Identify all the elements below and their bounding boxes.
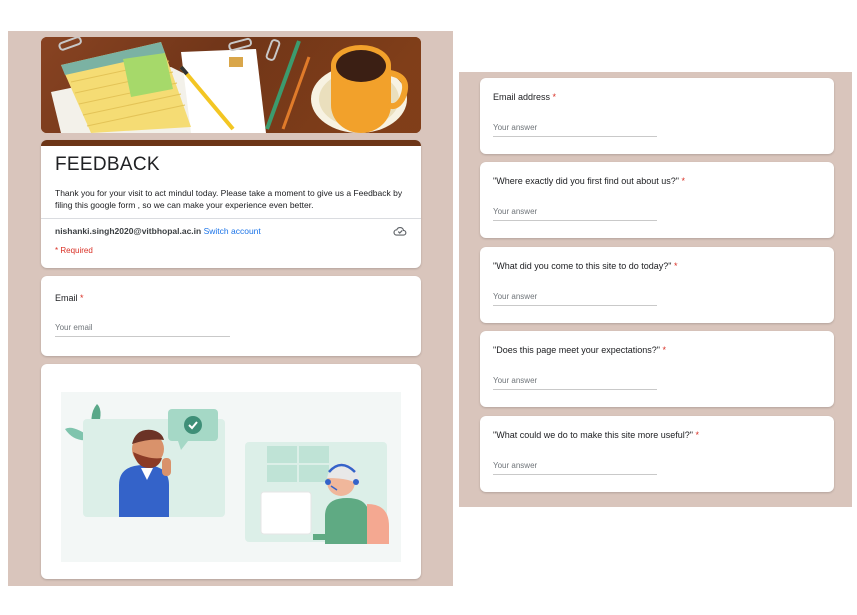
question-label: "Where exactly did you first find out ab… bbox=[493, 176, 685, 186]
answer-input[interactable]: Your answer bbox=[493, 461, 657, 475]
form-header-card: FEEDBACK Thank you for your visit to act… bbox=[41, 140, 421, 268]
question-label-text: "Does this page meet your expectations?" bbox=[493, 345, 660, 355]
question-card-purpose: "What did you come to this site to do to… bbox=[480, 247, 834, 323]
question-card-find-out: "Where exactly did you first find out ab… bbox=[480, 162, 834, 238]
required-asterisk: * bbox=[674, 261, 678, 271]
email-input[interactable]: Your email bbox=[55, 323, 230, 337]
form-title: FEEDBACK bbox=[55, 154, 160, 175]
email-question-card: Email * Your email bbox=[41, 276, 421, 356]
header-banner-image bbox=[41, 37, 421, 133]
required-asterisk: * bbox=[662, 345, 667, 355]
required-asterisk: * bbox=[80, 293, 84, 303]
left-form-panel: FEEDBACK Thank you for your visit to act… bbox=[8, 31, 453, 586]
cloud-save-icon[interactable] bbox=[393, 225, 407, 237]
question-label-text: "Where exactly did you first find out ab… bbox=[493, 176, 679, 186]
switch-account-link[interactable]: Switch account bbox=[204, 226, 261, 236]
answer-input[interactable]: Your answer bbox=[493, 292, 657, 306]
account-email: nishanki.singh2020@vitbhopal.ac.in bbox=[55, 226, 202, 236]
answer-input[interactable]: Your answer bbox=[493, 207, 657, 221]
support-call-illustration bbox=[61, 392, 401, 562]
answer-input[interactable]: Your answer bbox=[493, 376, 657, 390]
right-form-panel: Email address * Your answer "Where exact… bbox=[459, 72, 852, 507]
email-label-text: Email bbox=[55, 293, 78, 303]
answer-input[interactable]: Your answer bbox=[493, 123, 657, 137]
header-divider bbox=[41, 218, 421, 219]
question-label: "What could we do to make this site more… bbox=[493, 430, 699, 440]
illustration-card bbox=[41, 364, 421, 579]
question-card-improvements: "What could we do to make this site more… bbox=[480, 416, 834, 492]
required-asterisk: * bbox=[552, 92, 557, 102]
account-row: nishanki.singh2020@vitbhopal.ac.in Switc… bbox=[55, 226, 261, 236]
question-label: "What did you come to this site to do to… bbox=[493, 261, 678, 271]
question-label-text: "What did you come to this site to do to… bbox=[493, 261, 672, 271]
question-label: Email address * bbox=[493, 92, 556, 102]
question-card-expectations: "Does this page meet your expectations?"… bbox=[480, 331, 834, 407]
required-asterisk: * bbox=[695, 430, 700, 440]
question-label-text: "What could we do to make this site more… bbox=[493, 430, 693, 440]
required-note: * Required bbox=[55, 246, 93, 255]
question-label: "Does this page meet your expectations?"… bbox=[493, 345, 666, 355]
required-asterisk: * bbox=[681, 176, 686, 186]
question-label-text: Email address bbox=[493, 92, 551, 102]
question-card-email-address: Email address * Your answer bbox=[480, 78, 834, 154]
email-question-label: Email * bbox=[55, 293, 84, 303]
form-description: Thank you for your visit to act mindul t… bbox=[55, 188, 403, 210]
